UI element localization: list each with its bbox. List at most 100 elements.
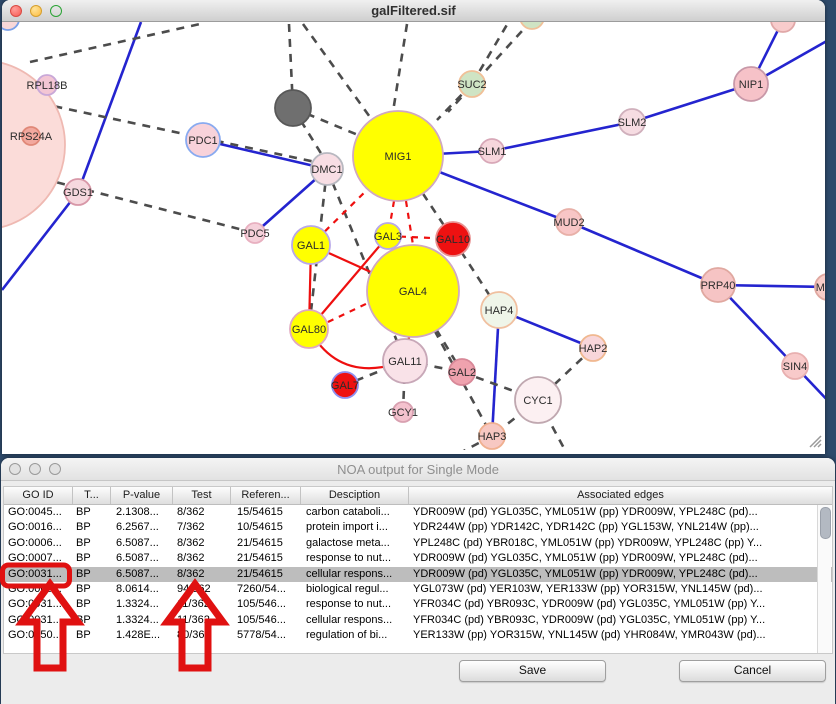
graph-node-pdc5[interactable]: PDC5 xyxy=(240,223,269,243)
graph-node-nip1[interactable]: NIP1 xyxy=(734,67,768,101)
table-row[interactable]: GO:0006...BP6.5087...8/36221/54615galact… xyxy=(4,536,832,551)
graph-node-label: SLM2 xyxy=(618,117,647,129)
column-header-0[interactable]: GO ID xyxy=(4,487,73,504)
table-row[interactable]: GO:0045...BP2.1308...8/36215/54615carbon… xyxy=(4,505,832,520)
table-cell-p: 1.3324... xyxy=(111,613,173,628)
column-header-6[interactable]: Associated edges xyxy=(409,487,832,504)
graph-node-dmc1[interactable]: DMC1 xyxy=(311,153,343,185)
table-cell-edges: YGL073W (pd) YER103W, YER133W (pp) YOR31… xyxy=(409,582,832,597)
table-cell-test: 80/362 xyxy=(173,628,231,643)
graph-node-label: GAL10 xyxy=(436,234,470,246)
table-cell-ref: 21/54615 xyxy=(231,536,301,551)
table-cell-go: GO:0031... xyxy=(4,613,73,628)
table-cell-p: 6.2567... xyxy=(111,520,173,535)
table-row[interactable]: GO:0007...BP6.5087...8/36221/54615respon… xyxy=(4,551,832,566)
column-header-5[interactable]: Desciption xyxy=(301,487,409,504)
noa-window: NOA output for Single Mode GO IDT...P-va… xyxy=(1,458,835,704)
table-row[interactable]: GO:0031...BP1.3324...11/362105/546...res… xyxy=(4,597,832,612)
graph-node-label: SUC2 xyxy=(457,79,486,91)
table-row[interactable]: GO:0031...BP1.3324...11/362105/546...cel… xyxy=(4,613,832,628)
table-cell-edges: YDR009W (pd) YGL035C, YML051W (pp) YDR00… xyxy=(409,567,832,582)
noa-titlebar[interactable]: NOA output for Single Mode xyxy=(1,458,835,481)
table-row[interactable]: GO:0031...BP6.5087...8/36221/54615cellul… xyxy=(4,567,832,582)
graph-edge xyxy=(392,24,407,118)
table-cell-desc: regulation of bi... xyxy=(301,628,409,643)
column-header-4[interactable]: Referen... xyxy=(231,487,301,504)
table-cell-edges: YPL248C (pd) YBR018C, YML051W (pp) YDR00… xyxy=(409,536,832,551)
graph-node-pdc1[interactable]: PDC1 xyxy=(186,123,220,157)
graph-node-label: RPS24A xyxy=(10,131,53,143)
table-cell-desc: biological regul... xyxy=(301,582,409,597)
graph-node-cyc1[interactable]: CYC1 xyxy=(515,377,561,423)
graph-node-gal2[interactable]: GAL2 xyxy=(448,359,476,385)
graph-node-gal10[interactable]: GAL10 xyxy=(436,222,470,256)
graph-node-hap2[interactable]: HAP2 xyxy=(579,335,608,361)
network-titlebar[interactable]: galFiltered.sif xyxy=(2,0,825,22)
graph-node-gal4[interactable]: GAL4 xyxy=(367,245,459,337)
table-cell-type: BP xyxy=(73,582,111,597)
graph-node-label: GAL4 xyxy=(399,286,427,298)
cut-node-top-green[interactable] xyxy=(520,22,544,29)
graph-edge xyxy=(30,24,200,62)
table-cell-test: 7/362 xyxy=(173,520,231,535)
graph-node-sin4[interactable]: SIN4 xyxy=(782,353,808,379)
graph-node-label: GAL7 xyxy=(331,380,359,392)
graph-node-label: PRP40 xyxy=(701,280,736,292)
table-cell-p: 2.1308... xyxy=(111,505,173,520)
graph-node-label: GCY1 xyxy=(388,407,418,419)
graph-edge xyxy=(28,175,255,233)
nodes-layer: RPL18BRPS24AGDS1PDC1PDC5MIG1SUC2SLM1SLM2… xyxy=(2,22,825,449)
graph-node-gal3[interactable]: GAL3 xyxy=(374,223,402,249)
table-cell-ref: 105/546... xyxy=(231,613,301,628)
graph-node-gcy1[interactable]: GCY1 xyxy=(388,402,418,422)
graph-node-msn[interactable]: MSN xyxy=(815,274,825,300)
table-row[interactable]: GO:0050...BP1.428E...80/3625778/54...reg… xyxy=(4,628,832,643)
table-cell-go: GO:0007... xyxy=(4,551,73,566)
table-cell-desc: carbon cataboli... xyxy=(301,505,409,520)
graph-node-slm1[interactable]: SLM1 xyxy=(478,139,507,163)
graph-node-hap4[interactable]: HAP4 xyxy=(481,292,517,328)
noa-window-title: NOA output for Single Mode xyxy=(1,462,835,477)
table-row[interactable]: GO:0016...BP6.2567...7/36210/54615protei… xyxy=(4,520,832,535)
graph-node-gal11[interactable]: GAL11 xyxy=(383,339,427,383)
graph-node-slm2[interactable]: SLM2 xyxy=(618,109,647,135)
cut-node-top-right[interactable] xyxy=(771,22,795,32)
graph-node-gal1[interactable]: GAL1 xyxy=(292,226,330,264)
scrollbar-thumb[interactable] xyxy=(820,507,831,539)
column-header-2[interactable]: P-value xyxy=(111,487,173,504)
table-cell-test: 8/362 xyxy=(173,536,231,551)
table-scrollbar[interactable] xyxy=(817,505,831,653)
table-row[interactable]: GO:0065...BP8.0614...94/3627260/54...bio… xyxy=(4,582,832,597)
cut-node-top-left[interactable] xyxy=(2,22,19,30)
graph-node-gds1[interactable]: GDS1 xyxy=(63,179,93,205)
network-canvas[interactable]: RPL18BRPS24AGDS1PDC1PDC5MIG1SUC2SLM1SLM2… xyxy=(2,22,825,450)
graph-node-prp40[interactable]: PRP40 xyxy=(701,268,736,302)
graph-node-label: CYC1 xyxy=(523,395,552,407)
graph-node-label: SIN4 xyxy=(783,361,807,373)
table-cell-edges: YDR009W (pd) YGL035C, YML051W (pp) YDR00… xyxy=(409,505,832,520)
graph-node-gal80[interactable]: GAL80 xyxy=(290,310,328,348)
graph-node-mud2[interactable]: MUD2 xyxy=(553,209,584,235)
cancel-button[interactable]: Cancel xyxy=(679,660,826,682)
graph-node-label: MUD2 xyxy=(553,217,584,229)
table-cell-type: BP xyxy=(73,536,111,551)
column-header-1[interactable]: T... xyxy=(73,487,111,504)
table-cell-ref: 15/54615 xyxy=(231,505,301,520)
graph-node-suc2[interactable]: SUC2 xyxy=(457,71,486,97)
table-cell-type: BP xyxy=(73,613,111,628)
gray-node[interactable] xyxy=(275,90,311,126)
table-cell-test: 8/362 xyxy=(173,505,231,520)
graph-node-label: HAP4 xyxy=(485,305,514,317)
noa-table: GO IDT...P-valueTestReferen...Desciption… xyxy=(3,486,833,654)
table-cell-ref: 10/54615 xyxy=(231,520,301,535)
column-header-3[interactable]: Test xyxy=(173,487,231,504)
graph-node-gal7[interactable]: GAL7 xyxy=(331,372,359,398)
graph-node-mig1[interactable]: MIG1 xyxy=(353,111,443,201)
graph-node-hap3[interactable]: HAP3 xyxy=(478,423,507,449)
table-cell-ref: 7260/54... xyxy=(231,582,301,597)
graph-node-label: DMC1 xyxy=(311,164,342,176)
save-button[interactable]: Save xyxy=(459,660,606,682)
resize-grip[interactable] xyxy=(810,436,821,447)
table-cell-test: 11/362 xyxy=(173,613,231,628)
table-cell-go: GO:0045... xyxy=(4,505,73,520)
